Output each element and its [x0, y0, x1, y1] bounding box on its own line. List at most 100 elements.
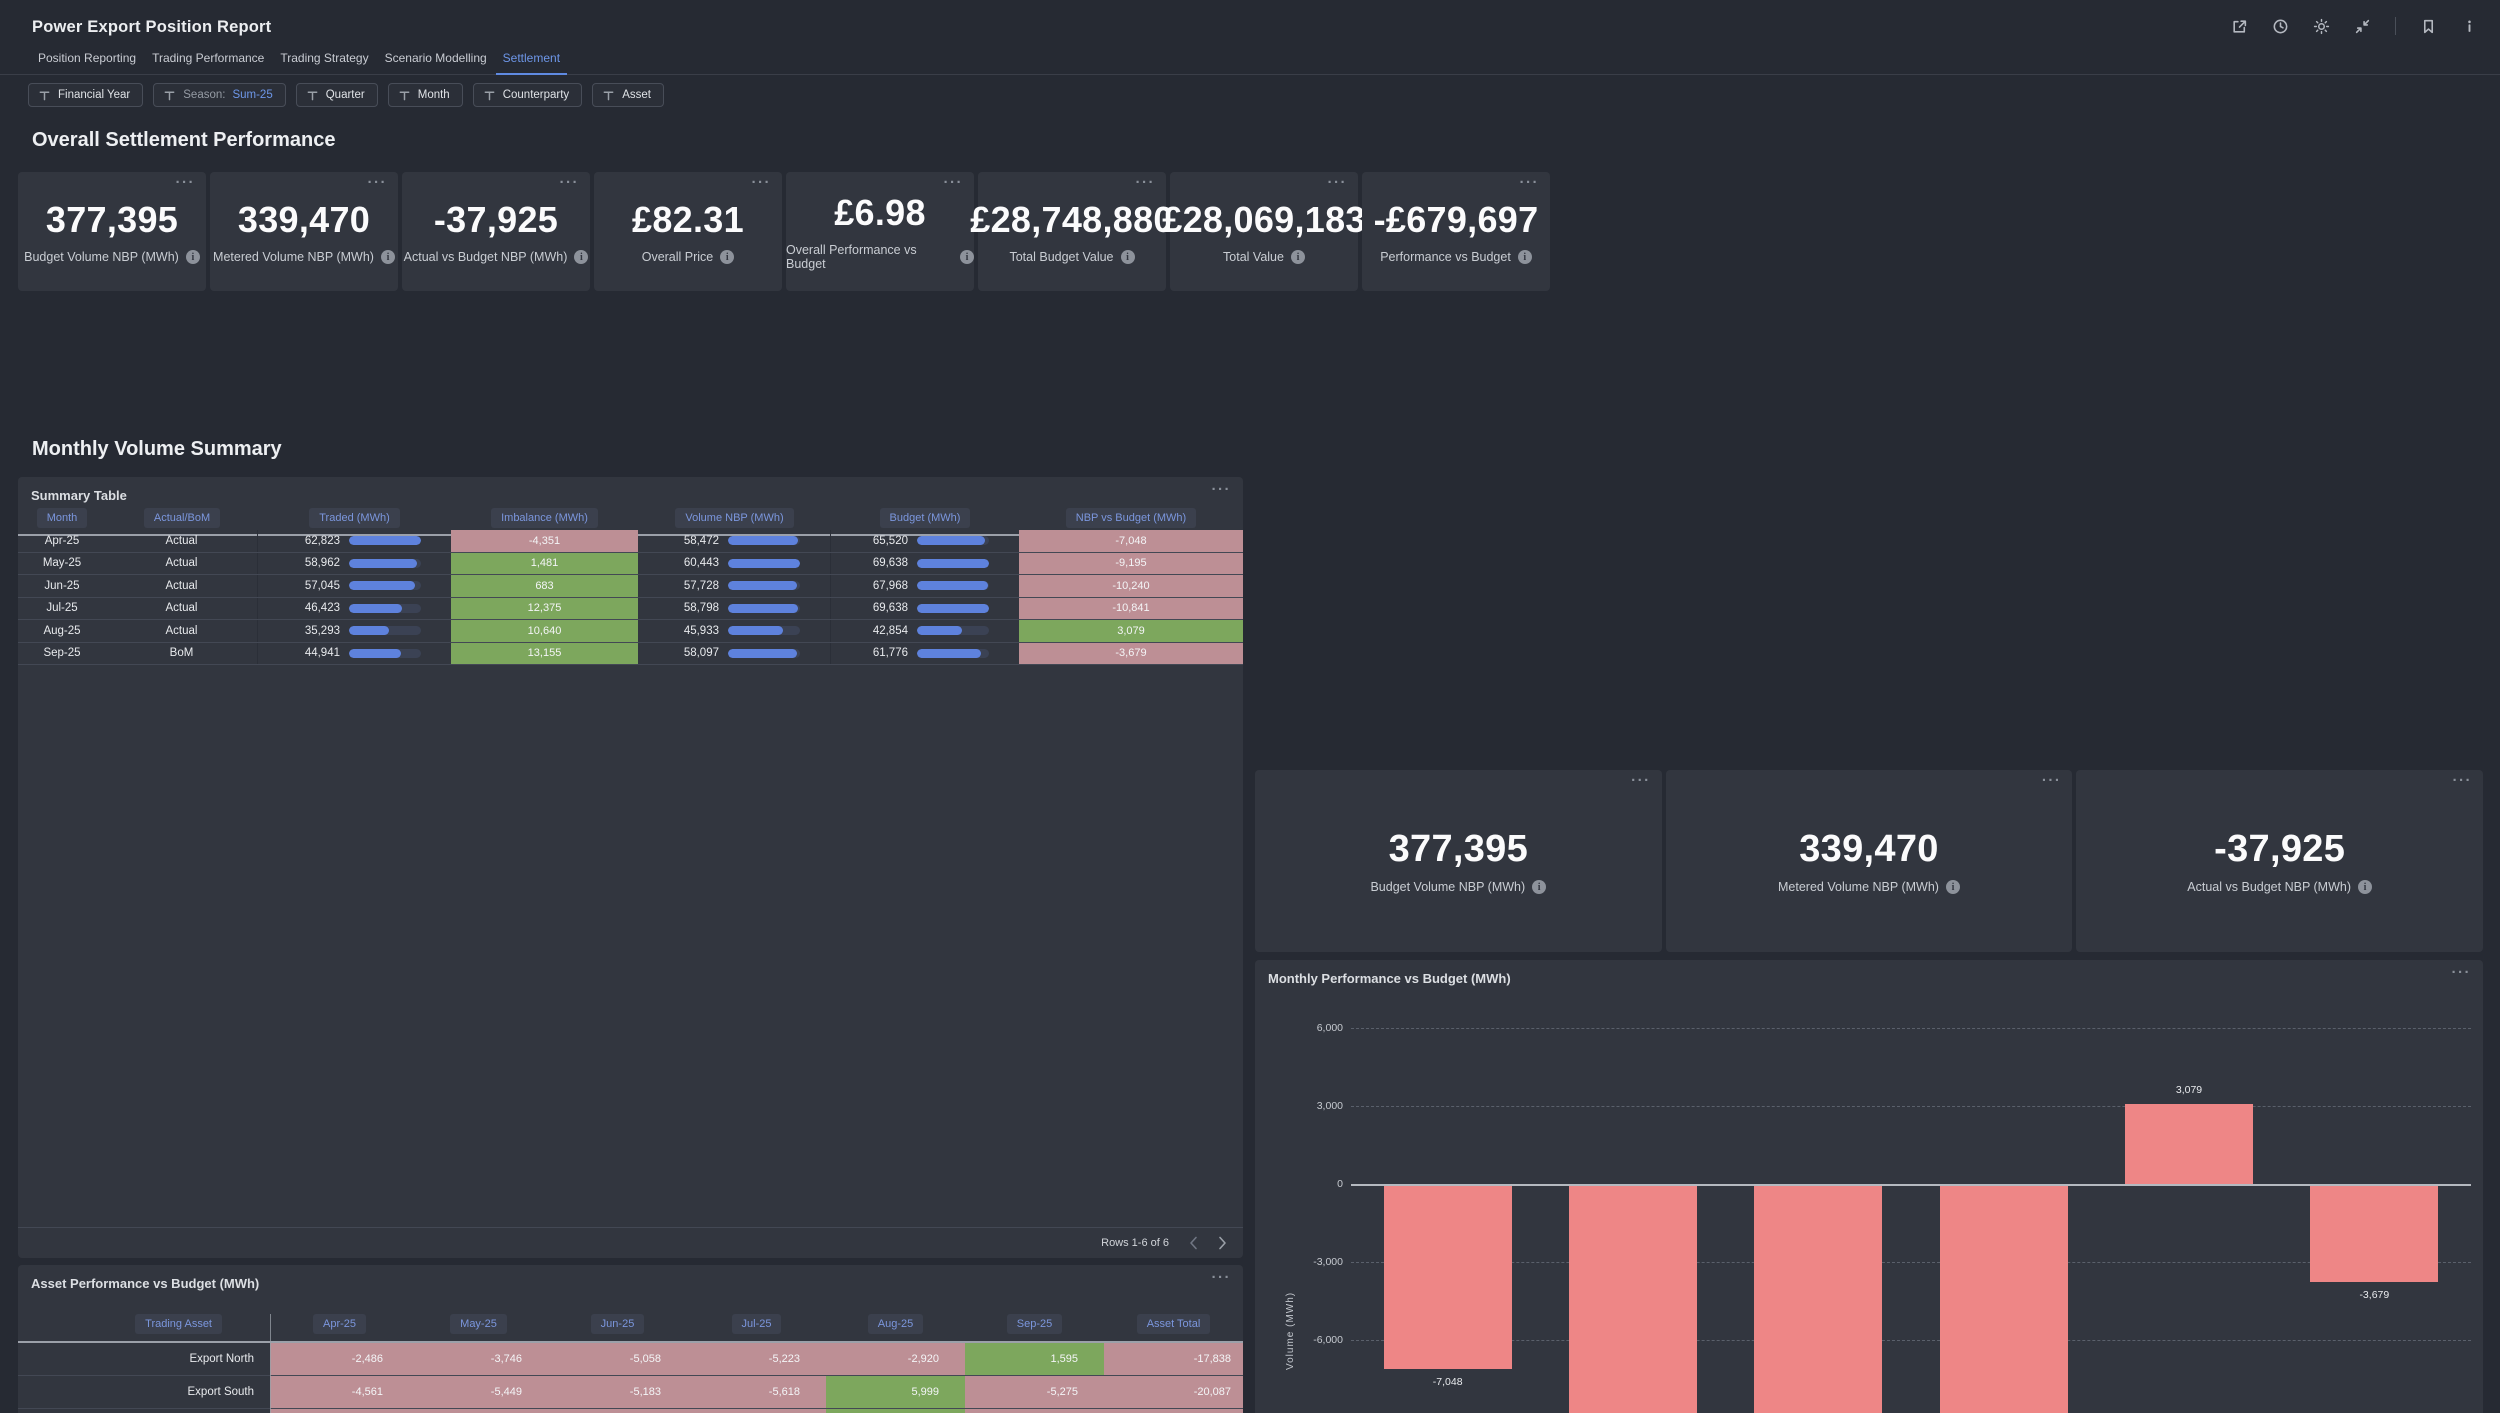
open-in-new-icon[interactable] — [2231, 18, 2248, 35]
kpi-label: Budget Volume NBP (MWh) — [1370, 880, 1525, 894]
info-icon[interactable]: i — [186, 250, 200, 264]
info-icon[interactable]: i — [720, 250, 734, 264]
column-header-jul-25[interactable]: Jul-25 — [732, 1314, 782, 1334]
filter-season-sum-25[interactable]: Season:Sum-25 — [153, 83, 285, 107]
cell-nbp-vs-budget: -7,048 — [1019, 530, 1243, 552]
cell-month: Sep-25 — [18, 643, 106, 665]
column-header-trading-asset[interactable]: Trading Asset — [135, 1314, 222, 1334]
filter-asset[interactable]: Asset — [592, 83, 664, 107]
column-header-sep-25[interactable]: Sep-25 — [1007, 1314, 1062, 1334]
theme-brightness-icon[interactable] — [2313, 18, 2330, 35]
summary-table-body: Apr-25Actual62,823-4,35158,47265,520-7,0… — [18, 530, 1243, 665]
cell-value: 35,293 — [305, 625, 340, 637]
cell-type: Actual — [106, 598, 258, 620]
panel-menu-button[interactable]: ··· — [1212, 1269, 1232, 1287]
tab-trading-strategy[interactable]: Trading Strategy — [280, 51, 368, 74]
column-header-traded-mwh[interactable]: Traded (MWh) — [309, 508, 400, 528]
info-icon[interactable]: i — [574, 250, 588, 264]
card-menu-button[interactable]: ··· — [1520, 174, 1540, 192]
card-menu-button[interactable]: ··· — [2042, 772, 2062, 790]
cell-trading-asset: Export South — [18, 1376, 270, 1408]
column-header-asset-total[interactable]: Asset Total — [1137, 1314, 1211, 1334]
column-header-actual-bom[interactable]: Actual/BoM — [144, 508, 220, 528]
column-header-apr-25[interactable]: Apr-25 — [313, 1314, 366, 1334]
filter-counterparty[interactable]: Counterparty — [473, 83, 582, 107]
card-menu-button[interactable]: ··· — [176, 174, 196, 192]
kpi-label: Total Budget Value — [1009, 250, 1113, 264]
info-icon[interactable]: i — [1946, 880, 1960, 894]
kpi-card-budget-volume-nbp-mwh: ···377,395Budget Volume NBP (MWh)i — [18, 172, 206, 291]
card-menu-button[interactable]: ··· — [2452, 772, 2472, 790]
column-header-may-25[interactable]: May-25 — [450, 1314, 507, 1334]
info-icon[interactable]: i — [381, 250, 395, 264]
card-menu-button[interactable]: ··· — [1631, 772, 1651, 790]
panel-menu-button[interactable]: ··· — [1212, 481, 1232, 499]
data-bar — [349, 649, 421, 658]
card-menu-button[interactable]: ··· — [560, 174, 580, 192]
table-row-may-25: May-25Actual58,9621,48160,44369,638-9,19… — [18, 553, 1243, 576]
info-icon[interactable]: i — [1532, 880, 1546, 894]
cell-traded: 35,293 — [258, 620, 451, 642]
cell-type: BoM — [106, 643, 258, 665]
info-icon[interactable]: i — [960, 250, 974, 264]
tab-trading-performance[interactable]: Trading Performance — [152, 51, 264, 74]
info-icon[interactable]: i — [1291, 250, 1305, 264]
cell-value: 58,472 — [684, 535, 719, 547]
cell-month-value — [270, 1409, 409, 1413]
filter-month[interactable]: Month — [388, 83, 463, 107]
table-row-apr-25: Apr-25Actual62,823-4,35158,47265,520-7,0… — [18, 530, 1243, 553]
column-header-imbalance-mwh[interactable]: Imbalance (MWh) — [491, 508, 598, 528]
cell-trading-asset — [18, 1409, 270, 1413]
filter-quarter[interactable]: Quarter — [296, 83, 378, 107]
cell-value: 69,638 — [873, 557, 908, 569]
asset-table-header: Trading Asset Apr-25 May-25 Jun-25 Jul-25 Aug… — [18, 1314, 1243, 1343]
kpi-label: Actual vs Budget NBP (MWh) — [404, 250, 568, 264]
bar-jul-25 — [1940, 1186, 2068, 1413]
panel-title: Asset Performance vs Budget (MWh) — [31, 1276, 259, 1291]
column-header-jun-25[interactable]: Jun-25 — [591, 1314, 645, 1334]
panel-menu-button[interactable]: ··· — [2452, 964, 2472, 982]
column-header-volume-nbp-mwh[interactable]: Volume NBP (MWh) — [675, 508, 793, 528]
collapse-icon[interactable] — [2354, 18, 2371, 35]
info-icon[interactable]: i — [1121, 250, 1135, 264]
filter-label: Counterparty — [503, 89, 569, 101]
cell-value: 69,638 — [873, 602, 908, 614]
cell-month-value: -5,183 — [548, 1376, 687, 1408]
kpi-row-overall: ···377,395Budget Volume NBP (MWh)i···339… — [18, 172, 1550, 291]
cell-value: 58,962 — [305, 557, 340, 569]
column-header-nbp-vs-budget-mwh[interactable]: NBP vs Budget (MWh) — [1066, 508, 1196, 528]
toolbar-divider — [2395, 17, 2396, 35]
cell-nbp-vs-budget: 3,079 — [1019, 620, 1243, 642]
cell-nbp-vs-budget: -9,195 — [1019, 553, 1243, 575]
filter-financial-year[interactable]: Financial Year — [28, 83, 143, 107]
card-menu-button[interactable]: ··· — [368, 174, 388, 192]
prev-page-button[interactable] — [1189, 1236, 1198, 1250]
cell-type: Actual — [106, 620, 258, 642]
tab-scenario-modelling[interactable]: Scenario Modelling — [385, 51, 487, 74]
table-row-partial — [18, 1409, 1243, 1413]
table-row-jul-25: Jul-25Actual46,42312,37558,79869,638-10,… — [18, 598, 1243, 621]
info-icon[interactable] — [2461, 18, 2478, 35]
card-menu-button[interactable]: ··· — [1136, 174, 1156, 192]
info-icon[interactable]: i — [1518, 250, 1532, 264]
card-menu-button[interactable]: ··· — [752, 174, 772, 192]
card-menu-button[interactable]: ··· — [1328, 174, 1348, 192]
column-header-aug-25[interactable]: Aug-25 — [868, 1314, 923, 1334]
data-bar — [728, 581, 800, 590]
card-menu-button[interactable]: ··· — [944, 174, 964, 192]
bookmark-icon[interactable] — [2420, 18, 2437, 35]
page-title: Power Export Position Report — [32, 18, 271, 37]
cell-asset-total: -17,838 — [1104, 1343, 1243, 1375]
kpi-label: Performance vs Budget — [1380, 250, 1511, 264]
next-page-button[interactable] — [1218, 1236, 1227, 1250]
column-header-month[interactable]: Month — [37, 508, 88, 528]
tab-settlement[interactable]: Settlement — [503, 51, 560, 74]
info-icon[interactable]: i — [2358, 880, 2372, 894]
tab-position-reporting[interactable]: Position Reporting — [38, 51, 136, 74]
cell-traded: 58,962 — [258, 553, 451, 575]
filter-label: Financial Year — [58, 89, 130, 101]
clock-icon[interactable] — [2272, 18, 2289, 35]
column-header-budget-mwh[interactable]: Budget (MWh) — [880, 508, 971, 528]
bar-value-label: 3,079 — [2125, 1084, 2253, 1096]
cell-month-value — [548, 1409, 687, 1413]
